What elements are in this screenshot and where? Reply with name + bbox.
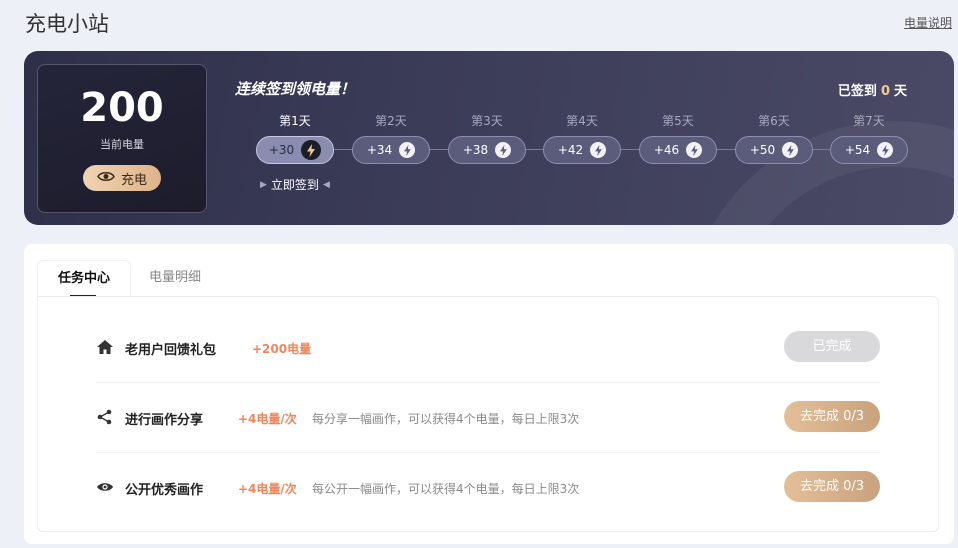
task-row: 进行画作分享 +4电量/次 每分享一幅画作，可以获得4个电量，每日上限3次 去完… — [96, 382, 880, 453]
sign-now-label: 立即签到 — [270, 178, 319, 192]
tab-energy-details[interactable]: 电量明细 — [129, 260, 221, 296]
day-label: 第2天 — [375, 114, 407, 128]
lightning-icon — [590, 142, 607, 158]
day-reward: +34 — [366, 143, 393, 157]
signed-days: 0 — [880, 84, 890, 99]
day-label: 第5天 — [662, 114, 694, 128]
day-label: 第7天 — [853, 114, 885, 128]
task-description: 每公开一幅画作，可以获得4个电量，每日上限3次 — [312, 482, 580, 496]
day-reward-pill[interactable]: +30 — [256, 136, 334, 164]
task-reward: +4电量/次 — [238, 482, 297, 496]
tab-label: 任务中心 — [57, 271, 110, 286]
eye-icon — [96, 479, 114, 495]
task-description: 每分享一幅画作，可以获得4个电量，每日上限3次 — [312, 412, 580, 426]
signed-prefix: 已签到 — [837, 84, 877, 99]
task-name: 进行画作分享 — [125, 413, 204, 428]
arrow-left-icon: ◀ — [322, 179, 330, 190]
lightning-icon — [301, 140, 322, 160]
day-reward: +50 — [749, 143, 776, 157]
day-item-4[interactable]: 第4天 +42 — [543, 113, 621, 164]
tab-task-center[interactable]: 任务中心 — [37, 260, 131, 297]
task-row: 公开优秀画作 +4电量/次 每公开一幅画作，可以获得4个电量，每日上限3次 去完… — [96, 452, 880, 522]
task-completed-button[interactable]: 已完成 — [784, 331, 880, 362]
home-icon — [96, 339, 114, 355]
task-reward: +200电量 — [252, 342, 312, 356]
energy-value: 200 — [80, 85, 164, 131]
day-reward-pill[interactable]: +38 — [448, 136, 526, 164]
task-reward: +4电量/次 — [238, 412, 297, 426]
signed-status: 已签到 0 天 — [838, 80, 907, 99]
lightning-icon — [877, 142, 894, 158]
signed-suffix: 天 — [893, 84, 907, 99]
day-reward: +38 — [462, 143, 489, 157]
task-row: 老用户回馈礼包 +200电量 已完成 — [96, 312, 880, 383]
energy-label: 当前电量 — [100, 138, 144, 151]
energy-card: 200 当前电量 充电 — [37, 64, 207, 213]
day-item-6[interactable]: 第6天 +50 — [735, 113, 813, 164]
day-label: 第4天 — [566, 114, 598, 128]
day-item-2[interactable]: 第2天 +34 — [352, 113, 430, 164]
task-panel: 任务中心 电量明细 老用户回馈礼包 +200电量 已完成 进行画作分享 +4电量… — [24, 244, 954, 544]
day-item-3[interactable]: 第3天 +38 — [448, 113, 526, 164]
day-item-1[interactable]: 第1天 +30 — [256, 113, 334, 164]
arrow-right-icon: ▶ — [260, 179, 267, 190]
lightning-icon — [686, 142, 703, 158]
sign-now-button[interactable]: ▶ 立即签到 ◀ — [260, 176, 330, 193]
share-icon — [96, 409, 114, 425]
lightning-icon — [399, 142, 416, 158]
lightning-icon — [495, 142, 512, 158]
charge-button[interactable]: 充电 — [83, 165, 161, 191]
day-item-7[interactable]: 第7天 +54 — [830, 113, 908, 164]
task-name: 老用户回馈礼包 — [125, 343, 217, 358]
task-list: 老用户回馈礼包 +200电量 已完成 进行画作分享 +4电量/次 每分享一幅画作… — [37, 296, 939, 532]
day-reward: +54 — [844, 143, 871, 157]
day-label: 第3天 — [471, 114, 503, 128]
day-reward-pill[interactable]: +54 — [830, 136, 908, 164]
energy-help-link[interactable]: 电量说明 — [904, 14, 952, 31]
tab-label: 电量明细 — [148, 270, 201, 285]
checkin-banner: 200 当前电量 充电 连续签到领电量！ 已签到 0 天 第1天 +30 第2天 +… — [24, 51, 954, 225]
page-title: 充电小站 — [25, 12, 109, 36]
day-reward-pill[interactable]: +34 — [352, 136, 430, 164]
day-label: 第1天 — [279, 114, 311, 128]
day-reward-pill[interactable]: +46 — [639, 136, 717, 164]
day-reward-pill[interactable]: +42 — [543, 136, 621, 164]
charge-button-label: 充电 — [120, 172, 147, 188]
banner-decoration — [684, 121, 954, 225]
day-reward: +46 — [653, 143, 680, 157]
day-reward-pill[interactable]: +50 — [735, 136, 813, 164]
day-label: 第6天 — [758, 114, 790, 128]
checkin-title: 连续签到领电量！ — [235, 80, 356, 98]
lightning-icon — [782, 142, 799, 158]
day-reward: +30 — [268, 143, 295, 157]
day-reward: +42 — [557, 143, 584, 157]
go-complete-button[interactable]: 去完成 0/3 — [784, 471, 880, 502]
day-item-5[interactable]: 第5天 +46 — [639, 113, 717, 164]
charge-icon — [97, 171, 115, 186]
task-name: 公开优秀画作 — [125, 483, 204, 498]
go-complete-button[interactable]: 去完成 0/3 — [784, 401, 880, 432]
